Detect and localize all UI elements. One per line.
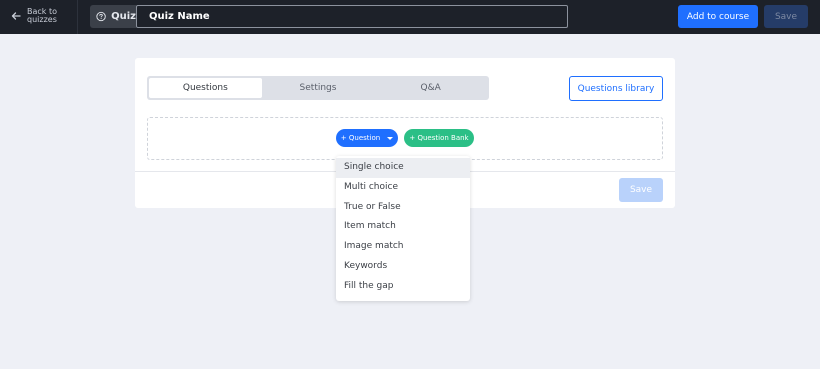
top-bar: Back to quizzes Quiz Add to course Save — [0, 0, 820, 34]
questions-library-button[interactable]: Questions library — [569, 76, 663, 101]
add-question-bank-button[interactable]: + Question Bank — [404, 129, 474, 147]
back-to-quizzes-link[interactable]: Back to quizzes — [10, 8, 63, 24]
menu-item-item-match[interactable]: Item match — [336, 217, 470, 237]
tab-qa[interactable]: Q&A — [374, 78, 487, 98]
menu-item-keywords[interactable]: Keywords — [336, 257, 470, 277]
menu-item-multi-choice[interactable]: Multi choice — [336, 178, 470, 198]
caret-down-icon — [387, 136, 394, 140]
add-question-label: + Question — [340, 134, 381, 142]
tab-questions[interactable]: Questions — [149, 78, 262, 98]
quiz-badge-label: Quiz — [111, 11, 136, 22]
tab-bar: Questions Settings Q&A — [147, 76, 489, 100]
quiz-badge: Quiz — [90, 5, 136, 28]
arrow-left-icon — [11, 12, 21, 20]
question-type-dropdown: Single choice Multi choice True or False… — [336, 156, 470, 301]
add-question-button[interactable]: + Question — [336, 129, 398, 147]
tab-settings[interactable]: Settings — [262, 78, 375, 98]
quiz-name-input[interactable] — [136, 5, 568, 28]
menu-item-image-match[interactable]: Image match — [336, 237, 470, 257]
card-save-button[interactable]: Save — [619, 178, 663, 202]
topbar-divider — [77, 0, 78, 34]
menu-item-fill-the-gap[interactable]: Fill the gap — [336, 277, 470, 297]
save-button[interactable]: Save — [764, 5, 808, 28]
menu-item-single-choice[interactable]: Single choice — [336, 158, 470, 178]
question-circle-icon — [96, 11, 106, 22]
add-to-course-button[interactable]: Add to course — [678, 5, 758, 28]
back-label: Back to quizzes — [27, 7, 57, 24]
menu-item-true-or-false[interactable]: True or False — [336, 198, 470, 218]
